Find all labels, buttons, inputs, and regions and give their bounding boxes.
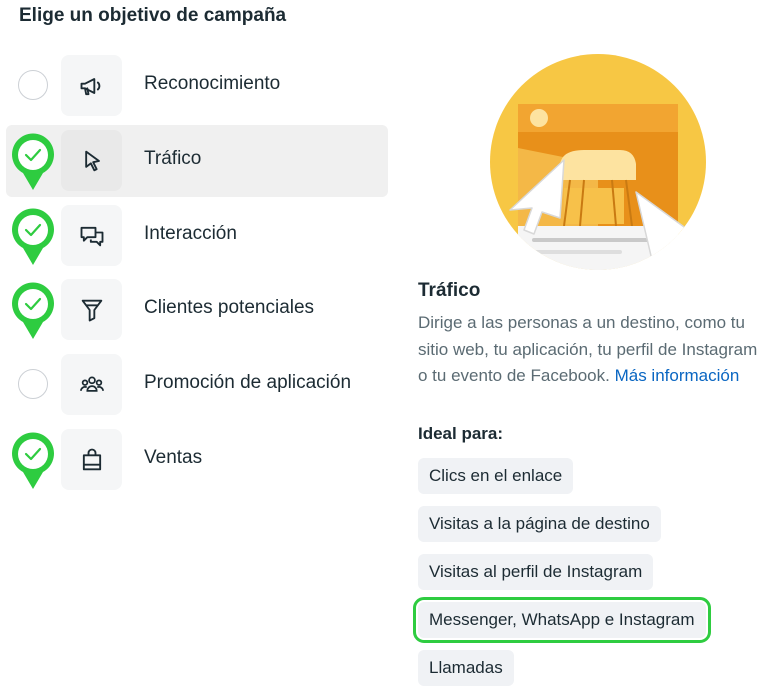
objective-label: Clientes potenciales	[144, 297, 315, 318]
icon-tile	[61, 429, 122, 490]
megaphone-icon	[80, 77, 100, 95]
objective-interaccion[interactable]: Interacción	[6, 200, 388, 272]
icon-tile	[61, 279, 122, 340]
shopping-bag-icon	[82, 448, 101, 470]
icon-tile	[61, 55, 122, 116]
page-title: Elige un objetivo de campaña	[19, 5, 287, 26]
objective-promocion-de-aplicacion[interactable]: Promoción de aplicación	[6, 349, 388, 421]
radio-button[interactable]	[18, 70, 48, 100]
chip-messenger-whatsapp-instagram: Messenger, WhatsApp e Instagram	[413, 597, 711, 643]
chip-visitas-perfil-instagram: Visitas al perfil de Instagram	[418, 554, 654, 590]
checkmark-pin-icon	[12, 208, 55, 265]
objective-ventas[interactable]: Ventas	[6, 424, 388, 496]
icon-tile	[61, 205, 122, 266]
icon-tile	[61, 354, 122, 415]
more-info-link[interactable]: Más información	[615, 366, 740, 385]
objective-trafico[interactable]: Tráfico	[6, 125, 388, 197]
icon-tile	[61, 130, 122, 191]
detail-title: Tráfico	[418, 280, 481, 301]
people-icon	[79, 376, 104, 392]
chip-clics-en-el-enlace: Clics en el enlace	[418, 458, 574, 494]
chip-llamadas: Llamadas	[418, 650, 514, 686]
filter-icon	[81, 299, 102, 321]
objective-label: Tráfico	[144, 148, 202, 169]
chip-visitas-pagina-destino: Visitas a la página de destino	[418, 506, 661, 542]
checkmark-pin-icon	[12, 133, 55, 190]
traffic-illustration	[490, 54, 706, 270]
cursor-icon	[84, 150, 100, 171]
ideal-for-heading: Ideal para:	[418, 424, 504, 443]
objective-clientes-potenciales[interactable]: Clientes potenciales	[6, 274, 388, 346]
checkmark-pin-icon	[12, 282, 55, 339]
checkmark-pin-icon	[12, 432, 55, 489]
objective-label: Interacción	[144, 223, 237, 244]
objective-label: Ventas	[144, 447, 203, 468]
chat-bubbles-icon	[80, 226, 103, 246]
radio-button[interactable]	[18, 369, 48, 399]
detail-description: Dirige a las personas a un destino, como…	[418, 310, 770, 390]
objective-label: Promoción de aplicación	[144, 372, 352, 393]
objective-label: Reconocimiento	[144, 73, 281, 94]
objective-reconocimiento[interactable]: Reconocimiento	[6, 50, 388, 122]
